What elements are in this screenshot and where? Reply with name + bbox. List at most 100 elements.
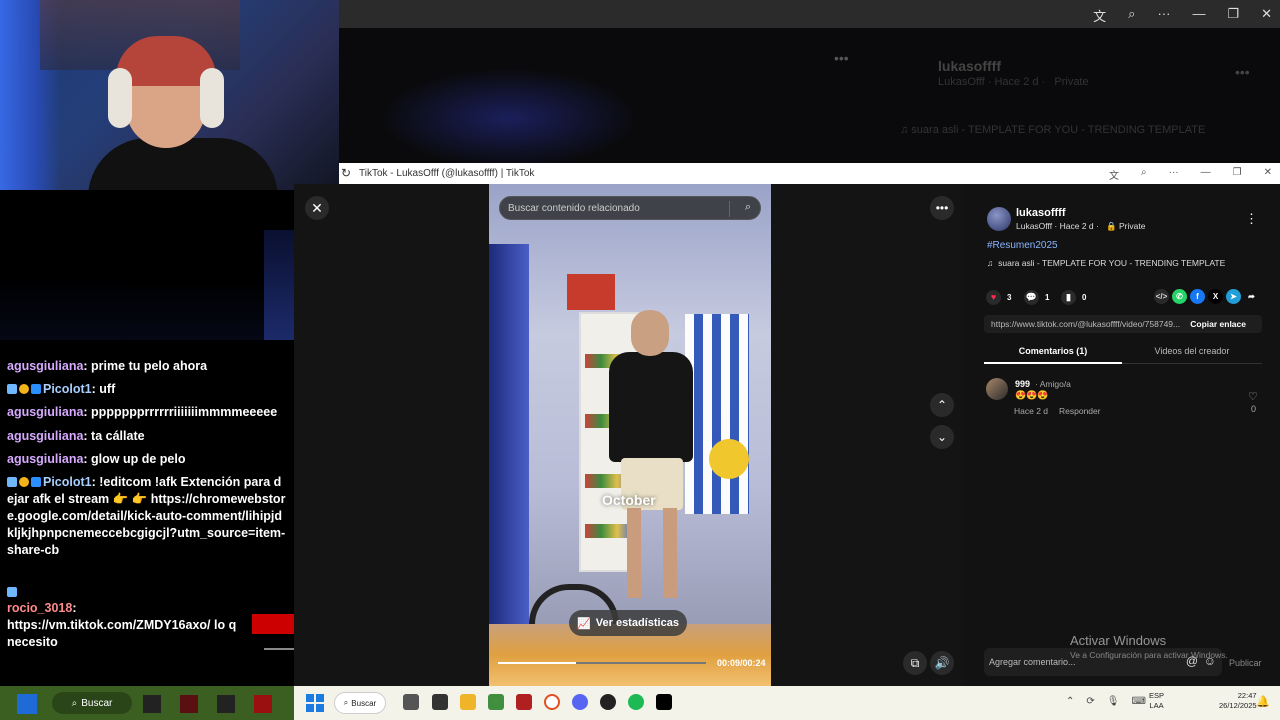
related-search-input[interactable]: Buscar contenido relacionado ⌕ (499, 196, 761, 220)
tab-comments[interactable]: Comentarios (1) (984, 346, 1122, 356)
tab-creator-videos[interactable]: Videos del creador (1122, 346, 1262, 356)
link-field[interactable]: https://www.tiktok.com/@lukasoffff/video… (984, 315, 1262, 333)
app-icon[interactable] (143, 695, 161, 713)
comment-avatar[interactable] (986, 378, 1008, 400)
reply-button[interactable]: Responder (1059, 406, 1101, 416)
song-link[interactable]: ♫ suara asli - TEMPLATE FOR YOU - TRENDI… (987, 258, 1225, 268)
comment-date: Hace 2 d (1014, 406, 1049, 416)
comment-like-icon[interactable]: ♡ (1248, 390, 1258, 403)
taskbar-search[interactable]: ⌕ Buscar (52, 692, 132, 714)
panel-more-button[interactable]: ⋮ (1245, 211, 1258, 227)
file-explorer-icon[interactable] (460, 694, 476, 710)
chat-message: Picolot1: uff (7, 381, 287, 398)
translate-icon[interactable]: 文 (1109, 167, 1119, 182)
more-icon[interactable]: ··· (1169, 167, 1179, 182)
comment-text: 😍😍😍 (1015, 390, 1049, 400)
minimize-icon[interactable]: — (1192, 6, 1205, 25)
cube-badge-icon (31, 384, 41, 394)
system-tray: ⌃ ⟳ 🎙 ⌨ (1066, 696, 1146, 707)
bg-username: lukasoffff (938, 58, 1001, 74)
telegram-icon[interactable]: ➤ (1226, 289, 1241, 304)
close-viewer-button[interactable]: ✕ (305, 196, 329, 220)
volume-button[interactable]: 🔊 (930, 651, 954, 675)
chat-badge-row (7, 584, 287, 601)
app-icon[interactable] (254, 695, 272, 713)
facebook-icon[interactable]: f (1190, 289, 1205, 304)
windows-start-icon[interactable] (17, 694, 37, 714)
chat-message: agusgiuliana: prime tu pelo ahora (7, 359, 208, 373)
chevron-up-icon: ⌃ (936, 398, 948, 412)
chart-icon: 📈 (577, 617, 591, 630)
music-note-icon: ♫ (987, 258, 994, 268)
author-username[interactable]: lukasoffff (1016, 207, 1066, 219)
whatsapp-icon[interactable]: ✆ (1172, 289, 1187, 304)
left-taskbar: ⌕ Buscar (0, 686, 294, 720)
search-icon[interactable]: ⌕ (745, 201, 751, 214)
comment-username[interactable]: 999 (1015, 379, 1030, 389)
sync-icon[interactable]: ⟳ (1086, 696, 1094, 707)
windows-start-icon[interactable] (306, 694, 324, 712)
copy-link-button[interactable]: Copiar enlace (1190, 319, 1246, 329)
opera-icon[interactable] (544, 694, 560, 710)
hashtag-link[interactable]: #Resumen2025 (987, 240, 1058, 251)
search-icon[interactable]: ⌕ (1141, 167, 1147, 182)
search-icon[interactable]: ⌕ (1128, 6, 1135, 25)
close-icon[interactable]: ✕ (1264, 167, 1272, 182)
gold-badge-icon (19, 384, 29, 394)
more-options-button[interactable]: ••• (930, 196, 954, 220)
chevron-up-icon[interactable]: ⌃ (1066, 696, 1074, 707)
share-icon[interactable]: ➦ (1244, 289, 1259, 304)
comment-like-count: 0 (1251, 404, 1257, 414)
minecraft-icon[interactable] (488, 694, 504, 710)
discord-icon[interactable] (572, 694, 588, 710)
chat-message: agusgiuliana: glow up de pelo (7, 452, 186, 466)
heart-icon: ♥ (986, 289, 1001, 305)
app-icon[interactable] (180, 695, 198, 713)
embed-icon[interactable]: </> (1154, 289, 1169, 304)
task-view-icon[interactable] (403, 694, 419, 710)
restore-icon[interactable]: ❐ (1227, 6, 1239, 25)
stream-chat: agusgiuliana: prime tu pelo ahora Picolo… (0, 190, 294, 686)
app-icon[interactable] (217, 695, 235, 713)
search-icon: ⌕ (71, 697, 78, 709)
background-page (339, 28, 1280, 168)
clock[interactable]: 22:47 26/12/2025 (1219, 691, 1257, 711)
comment-placeholder: Agregar comentario... (989, 657, 1076, 667)
like-button[interactable]: ♥ 3 (986, 289, 1011, 305)
picture-in-picture-button[interactable]: ⧉ (903, 651, 927, 675)
share-icons: </> ✆ f X ➤ ➦ (1154, 289, 1259, 304)
restore-icon[interactable]: ❐ (1233, 167, 1242, 182)
comment-count-button[interactable]: 💬 1 (1024, 289, 1049, 305)
spotify-icon[interactable] (628, 694, 644, 710)
taskbar-search[interactable]: ⌕ Buscar (334, 692, 386, 714)
activate-windows-subtitle: Ve a Configuración para activar Windows. (1070, 650, 1228, 660)
keyboard-icon[interactable]: ⌨ (1131, 696, 1145, 707)
video-caption: October (602, 492, 656, 508)
tiktok-icon[interactable] (656, 694, 672, 710)
author-subtitle: LukasOfff · Hace 2 d · (1016, 221, 1099, 231)
previous-video-button[interactable]: ⌃ (930, 393, 954, 417)
progress-fill (498, 662, 576, 664)
comment-tag: · Amigo/a (1035, 379, 1071, 389)
app-icon[interactable] (600, 694, 616, 710)
stats-label: Ver estadísticas (595, 617, 679, 629)
minimize-icon[interactable]: — (1201, 167, 1211, 182)
notification-icon[interactable]: 🔔 (1256, 695, 1270, 708)
next-video-button[interactable]: ⌄ (930, 425, 954, 449)
close-icon[interactable]: ✕ (1261, 6, 1272, 25)
save-button[interactable]: ▮ 0 (1061, 289, 1086, 305)
close-icon: ✕ (311, 199, 323, 216)
app-icon[interactable] (432, 694, 448, 710)
x-icon[interactable]: X (1208, 289, 1223, 304)
translate-icon[interactable]: 文 (1093, 6, 1106, 25)
more-icon[interactable]: ··· (1157, 6, 1170, 25)
publish-button[interactable]: Publicar (1229, 658, 1262, 668)
lock-icon: 🔒 (1106, 221, 1117, 231)
view-stats-button[interactable]: 📈 Ver estadísticas (569, 610, 687, 636)
avatar[interactable] (987, 207, 1011, 231)
app-icon[interactable] (516, 694, 532, 710)
refresh-icon[interactable]: ↻ (341, 166, 351, 180)
microphone-icon[interactable]: 🎙 (1107, 696, 1120, 707)
privacy-label: 🔒 Private (1106, 221, 1146, 231)
language-indicator[interactable]: ESP LAA (1149, 691, 1164, 711)
